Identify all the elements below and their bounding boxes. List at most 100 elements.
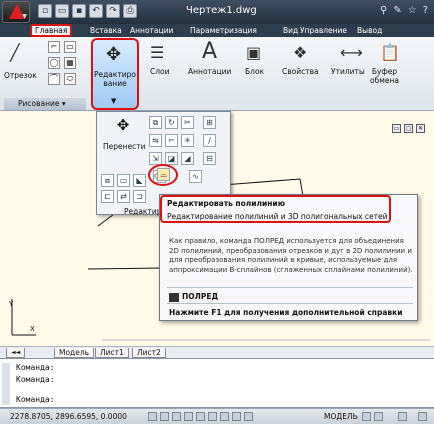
open-icon[interactable]: ▭ [55,4,69,18]
divide-icon[interactable]: ⊏ [101,190,114,203]
draw-panel-title[interactable]: Рисование ▾ [4,98,86,110]
new-icon[interactable]: ▫ [38,4,52,18]
viewport-minimize-icon[interactable]: ▭ [392,124,401,133]
grid-toggle-icon[interactable] [160,412,169,421]
lengthen-icon[interactable]: ▭ [117,174,130,187]
stretch-icon[interactable]: ⇲ [149,152,162,165]
explode-icon[interactable]: ✳ [181,134,194,147]
fullscreen-icon[interactable] [418,412,427,421]
align-icon[interactable]: ◣ [133,174,146,187]
hatch-icon[interactable]: ▦ [64,57,76,69]
clipboard-label[interactable]: Буфер обмена [370,67,399,85]
annotation-icon[interactable]: A [202,39,217,64]
command-tooltip: Редактировать полилинию Редактирование п… [159,194,418,321]
pan-icon[interactable] [374,412,383,421]
ribbon-tab-bar: Главная Вставка Аннотации Параметризация… [0,24,434,37]
ortho-toggle-icon[interactable] [172,412,181,421]
viewport-close-icon[interactable]: ✕ [416,124,425,133]
properties-icon[interactable]: ❖ [293,43,307,62]
tab-output[interactable]: Вывод [357,25,382,37]
undo-icon[interactable]: ↶ [89,4,103,18]
layers-label[interactable]: Слои [150,67,170,76]
tooltip-title: Редактировать полилинию [167,199,285,208]
tab-view[interactable]: Вид [283,25,298,37]
line-label[interactable]: Отрезок [4,71,37,80]
rectangle-icon[interactable]: ▭ [64,41,76,53]
fillet-icon[interactable]: ⌐ [165,134,178,147]
tab-insert[interactable]: Вставка [90,25,122,37]
tab-annotate[interactable]: Аннотации [130,25,173,37]
lineweight-toggle-icon[interactable] [244,412,253,421]
zoom-icon[interactable] [362,412,371,421]
viewport-restore-icon[interactable]: ◻ [404,124,413,133]
ellipse-icon[interactable]: ⬭ [64,73,76,85]
scale-icon[interactable]: ◪ [165,152,178,165]
tab-sheet1[interactable]: Лист1 [95,348,129,358]
mirror-icon[interactable]: ⇋ [149,134,162,147]
tooltip-command-name: ПОЛРЕД [182,292,219,301]
utilities-label[interactable]: Утилиты [331,67,365,76]
title-tools: ⚲ ✎ ☆ ? [380,5,428,16]
tab-home[interactable]: Главная [30,24,73,37]
modify-label: Редактиро вание [93,70,137,88]
tooltip-description: Как правило, команда ПОЛРЕД используется… [169,237,413,274]
blend-icon[interactable]: ⊐ [133,190,146,203]
layers-icon[interactable]: ☰ [150,43,164,62]
tab-parametric[interactable]: Параметризация [190,25,257,37]
modify-panel-button[interactable]: ✥ Редактиро вание ▼ [91,38,139,110]
arc-icon[interactable]: ⌒ [48,73,60,85]
tab-sheet2[interactable]: Лист2 [132,348,166,358]
trim-icon[interactable]: ✂ [181,116,194,129]
block-label[interactable]: Блок [245,67,264,76]
otrack-toggle-icon[interactable] [208,412,217,421]
command-prompt[interactable]: Команда: [16,395,55,404]
break-icon[interactable]: ⊟ [203,152,216,165]
tab-model[interactable]: Модель [54,348,95,358]
polar-toggle-icon[interactable] [184,412,193,421]
status-bar: 2278.8705, 2896.6595, 0.0000 МОДЕЛЬ [0,408,434,424]
ducs-toggle-icon[interactable] [220,412,229,421]
layout-tab-bar: ◄◄ Модель Лист1 Лист2 [0,346,434,358]
ucs-icon: Y X [8,299,36,336]
tooltip-command: ПОЛРЕД [169,292,218,302]
binoculars-icon[interactable]: ⚲ [380,5,387,16]
move-button[interactable]: ✥ Перенести [103,116,146,151]
help-icon[interactable]: ? [423,5,428,16]
line-icon[interactable]: ╱ [10,43,20,62]
properties-label[interactable]: Свойства [282,67,319,76]
command-window-handle[interactable] [2,363,10,405]
redo-icon[interactable]: ↷ [106,4,120,18]
star-icon[interactable]: ☆ [408,5,417,16]
block-icon[interactable]: ▣ [246,43,261,62]
dyn-toggle-icon[interactable] [232,412,241,421]
tooltip-divider [167,303,413,304]
array-icon[interactable]: ⊞ [203,116,216,129]
measure-icon[interactable]: ⟷ [340,43,363,62]
clipboard-icon[interactable]: 📋 [380,43,400,62]
draw-panel-label: Рисование [18,99,60,108]
model-space-button[interactable]: МОДЕЛЬ [324,412,358,421]
circle-icon[interactable]: ◯ [48,57,60,69]
chamfer-icon[interactable]: ◢ [181,152,194,165]
polyline-icon[interactable]: ⌐ [48,41,60,53]
reverse-icon[interactable]: ⇄ [117,190,130,203]
save-icon[interactable]: ▪ [72,4,86,18]
offset-icon[interactable]: ∕ [203,134,216,147]
join-icon[interactable]: ⧈ [101,174,114,187]
osnap-toggle-icon[interactable] [196,412,205,421]
plot-icon[interactable]: ⎙ [123,4,137,18]
snap-toggle-icon[interactable] [148,412,157,421]
tab-manage[interactable]: Управление [300,25,347,37]
autocad-logo-icon[interactable]: ▼ [2,1,30,23]
nav-first-icon[interactable]: ◄◄ [6,348,26,358]
tools-icon[interactable]: ✎ [393,5,401,16]
edit-spline-icon[interactable]: ∿ [189,170,202,183]
annotations-label[interactable]: Аннотации [188,67,231,76]
copy-icon[interactable]: ⧉ [149,116,162,129]
command-window[interactable]: Команда: Команда: Команда: [0,358,434,408]
tooltip-divider [167,287,413,288]
ribbon-panel: ╱ Отрезок ⌐ ◯ ⌒ ▭ ▦ ⬭ Рисование ▾ ✥ Реда… [0,37,434,111]
rotate-icon[interactable]: ↻ [165,116,178,129]
quick-access-toolbar: ▫ ▭ ▪ ↶ ↷ ⎙ [38,4,137,18]
workspace-icon[interactable] [398,412,407,421]
